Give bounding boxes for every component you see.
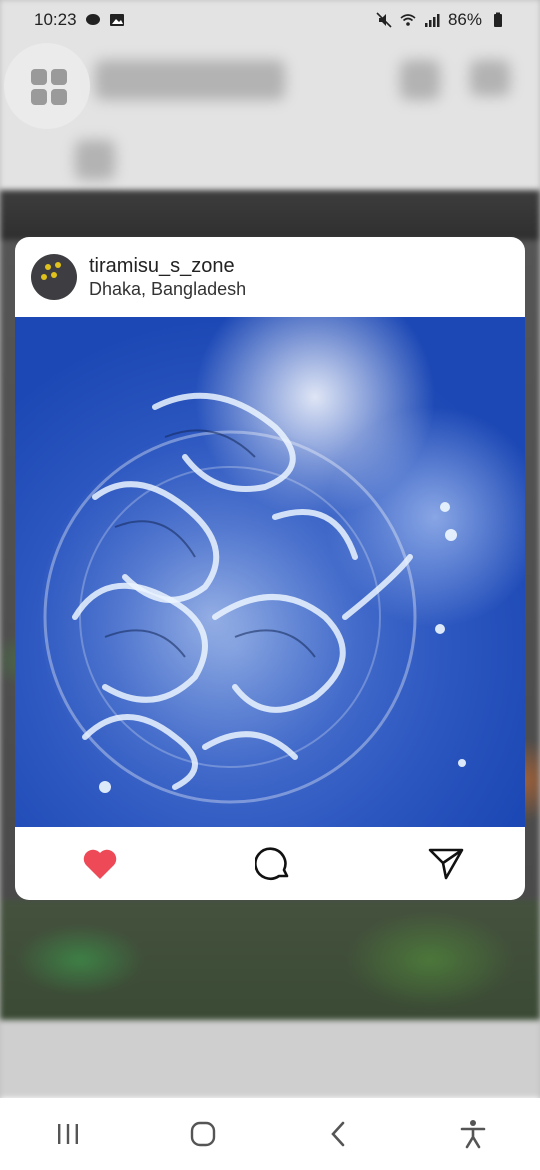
post-header: tiramisu_s_zone Dhaka, Bangladesh (15, 237, 525, 317)
send-icon (428, 848, 464, 879)
status-right: 86% (376, 10, 506, 30)
post-actions (15, 827, 525, 900)
accessibility-icon (460, 1120, 485, 1149)
back-icon (330, 1121, 344, 1147)
bg-blob (75, 140, 115, 180)
status-time: 10:23 (34, 10, 77, 29)
heart-icon (83, 849, 117, 879)
chat-bubble-icon (85, 14, 100, 25)
status-left: 10:23 (34, 10, 125, 30)
bg-blob (95, 60, 285, 100)
avatar[interactable] (31, 254, 77, 300)
mute-icon (376, 12, 392, 28)
post-username[interactable]: tiramisu_s_zone (89, 254, 246, 278)
post-location[interactable]: Dhaka, Bangladesh (89, 278, 246, 300)
system-nav-bar (0, 1098, 540, 1170)
grid-button[interactable] (4, 43, 90, 129)
share-button[interactable] (427, 845, 465, 883)
back-button[interactable] (318, 1114, 358, 1154)
battery-percent: 86% (447, 10, 482, 29)
wifi-icon (400, 14, 416, 26)
home-icon (190, 1121, 215, 1147)
bg-blob (470, 60, 510, 96)
accessibility-button[interactable] (453, 1114, 493, 1154)
post-preview-card: tiramisu_s_zone Dhaka, Bangladesh (15, 237, 525, 900)
signal-icon (424, 14, 440, 27)
recents-icon (57, 1124, 78, 1144)
water-splash-art (40, 392, 466, 807)
post-header-text: tiramisu_s_zone Dhaka, Bangladesh (89, 254, 246, 300)
comment-icon (255, 846, 289, 880)
gallery-icon (109, 14, 124, 26)
battery-icon (494, 12, 502, 27)
recents-button[interactable] (48, 1114, 88, 1154)
bg-blob (400, 60, 440, 100)
like-button[interactable] (81, 845, 119, 883)
status-bar: 10:23 86% (0, 0, 540, 40)
comment-button[interactable] (254, 845, 292, 883)
home-button[interactable] (183, 1114, 223, 1154)
post-image[interactable] (15, 317, 525, 827)
